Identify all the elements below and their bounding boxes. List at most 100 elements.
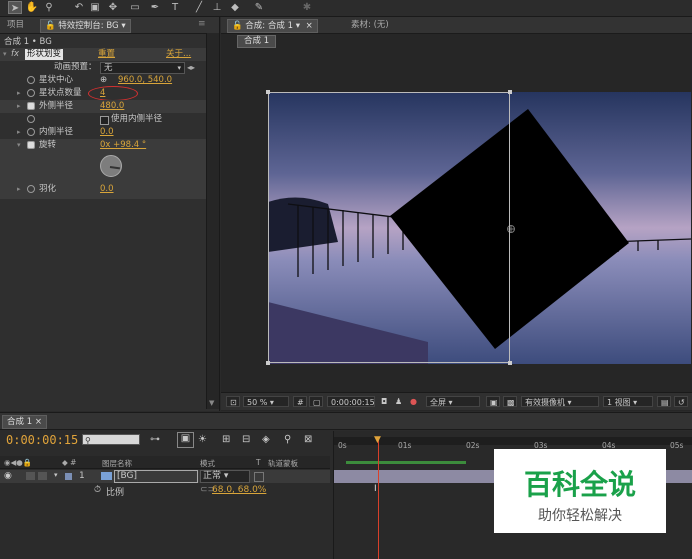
tab-footage[interactable]: 素材: (无) xyxy=(347,19,393,31)
motion-blur-icon[interactable]: ⊟ xyxy=(242,434,250,445)
always-preview-icon[interactable]: ⊡ xyxy=(226,396,240,407)
current-time[interactable]: 0:00:00:15 xyxy=(6,433,78,447)
param-row-star-points[interactable]: ▸ 星状点数量 4 xyxy=(0,86,206,101)
scroll-down-icon[interactable]: ▼ xyxy=(209,399,214,407)
comp-mini-flowchart-icon[interactable]: ⊶ xyxy=(150,434,160,445)
region-of-interest-icon[interactable]: ▣ xyxy=(486,396,500,407)
lock-toggle[interactable] xyxy=(38,472,47,480)
effect-panel-scrollbar[interactable]: ▼ xyxy=(206,33,219,409)
param-value[interactable]: 480.0 xyxy=(100,100,124,113)
layer-name[interactable]: [BG] xyxy=(114,470,198,483)
reset-link[interactable]: 重置 xyxy=(98,48,115,61)
expand-triangle-icon[interactable]: ▸ xyxy=(17,100,21,113)
stopwatch-icon[interactable] xyxy=(27,185,35,193)
panel-menu-icon[interactable]: ≡ xyxy=(198,19,206,29)
param-value[interactable]: 0x +98.4 ° xyxy=(100,139,146,152)
expand-triangle-icon[interactable]: ▸ xyxy=(17,87,21,100)
blend-mode-select[interactable]: 正常 ▾ xyxy=(200,470,250,483)
auto-keyframe-icon[interactable]: ⚲ xyxy=(284,434,291,445)
layer-search-input[interactable]: ⚲ xyxy=(82,434,140,445)
param-row-use-inner-radius[interactable]: 使用内侧半径 xyxy=(0,113,206,126)
zoom-tool-icon[interactable]: ⚲ xyxy=(42,1,56,14)
camera-select[interactable]: 有效摄像机 ▾ xyxy=(521,396,599,407)
column-t[interactable]: T xyxy=(256,458,261,467)
tab-comp-1[interactable]: 合成 1 × xyxy=(2,415,47,429)
stopwatch-icon[interactable]: ⏱ xyxy=(94,485,101,495)
expand-triangle-icon[interactable]: ▾ xyxy=(3,48,7,61)
column-track-matte[interactable]: 轨道蒙板 xyxy=(268,458,298,469)
param-row-star-center[interactable]: 星状中心 ⊕ 960.0, 540.0 xyxy=(0,74,206,87)
layer-bounding-box[interactable] xyxy=(268,92,510,363)
text-tool-icon[interactable]: T xyxy=(168,1,182,14)
rotation-dial[interactable] xyxy=(100,155,122,177)
stopwatch-active-icon[interactable] xyxy=(27,141,35,149)
reset-exposure-icon[interactable]: ↺ xyxy=(674,396,688,407)
param-row-feather[interactable]: ▸ 羽化 0.0 xyxy=(0,183,206,196)
param-value[interactable]: 960.0, 540.0 xyxy=(118,74,172,87)
camera-tool-icon[interactable]: ▣ xyxy=(88,1,102,14)
param-value[interactable]: 0.0 xyxy=(100,126,114,139)
stopwatch-active-icon[interactable] xyxy=(27,102,35,110)
selection-tool-icon[interactable]: ➤ xyxy=(8,1,22,14)
color-channel-icon[interactable]: ● xyxy=(407,396,421,407)
param-value[interactable]: 0.0 xyxy=(100,183,114,196)
grid-icon[interactable]: # xyxy=(293,396,307,407)
show-snapshot-icon[interactable]: ♟ xyxy=(392,396,404,407)
tab-effect-controls[interactable]: 🔓 特效控制台: BG ▾ xyxy=(40,19,131,33)
animation-preset-select[interactable]: 无 ▾ xyxy=(100,62,185,74)
clone-stamp-tool-icon[interactable]: ⊥ xyxy=(210,1,224,14)
param-row-outer-radius[interactable]: ▸ 外侧半径 480.0 xyxy=(0,100,206,113)
stopwatch-icon[interactable] xyxy=(27,115,35,123)
graph-editor-icon[interactable]: ⊠ xyxy=(304,434,312,445)
layer-handle[interactable] xyxy=(266,90,270,94)
stopwatch-icon[interactable] xyxy=(27,76,35,84)
layer-row[interactable]: ◉ ▾ 1 [BG] 正常 ▾ xyxy=(0,470,330,483)
hand-tool-icon[interactable]: ✋ xyxy=(25,1,39,14)
roto-brush-tool-icon[interactable]: ✎ xyxy=(252,1,266,14)
puppet-tool-icon[interactable]: ✱ xyxy=(300,1,314,14)
expand-triangle-icon[interactable]: ▾ xyxy=(54,471,58,479)
column-layer-name[interactable]: 图层名称 xyxy=(102,458,132,469)
current-time-display[interactable]: 0:00:00:15 xyxy=(327,396,375,407)
rectangle-tool-icon[interactable]: ▭ xyxy=(128,1,142,14)
about-link[interactable]: 关于... xyxy=(166,48,191,61)
transparency-grid-icon[interactable]: ▩ xyxy=(503,396,517,407)
close-icon[interactable]: × xyxy=(35,417,42,427)
eraser-tool-icon[interactable]: ◆ xyxy=(228,1,242,14)
mask-icon[interactable]: ▢ xyxy=(309,396,323,407)
playhead-icon[interactable]: ▼ xyxy=(374,435,381,445)
preserve-transparency-checkbox[interactable] xyxy=(254,472,264,482)
expand-triangle-icon[interactable]: ▸ xyxy=(17,126,21,139)
brush-tool-icon[interactable]: ╱ xyxy=(192,1,206,14)
param-row-inner-radius[interactable]: ▸ 内侧半径 0.0 xyxy=(0,126,206,139)
resolution-select[interactable]: 全屏 ▾ xyxy=(426,396,480,407)
pen-tool-icon[interactable]: ✒ xyxy=(148,1,162,14)
toggle-pixel-icon[interactable]: ▤ xyxy=(657,396,671,407)
hide-shy-layers-icon[interactable]: ☀ xyxy=(198,434,207,445)
layer-handle[interactable] xyxy=(266,361,270,365)
frame-blending-icon[interactable]: ⊞ xyxy=(222,434,230,445)
tab-project[interactable]: 项目 xyxy=(3,19,28,31)
work-area-bar[interactable] xyxy=(334,437,692,445)
fx-icon[interactable]: fx xyxy=(11,48,19,61)
snapshot-icon[interactable]: ◘ xyxy=(378,396,390,407)
crosshair-icon[interactable]: ⊕ xyxy=(100,74,107,87)
expand-triangle-icon[interactable]: ▾ xyxy=(17,139,21,152)
eye-icon[interactable]: ◉ xyxy=(4,471,12,481)
property-value[interactable]: 68.0, 68.0% xyxy=(212,485,266,495)
layer-property-row[interactable]: ⏱ 比例 ⊂⊃ 68.0, 68.0% xyxy=(0,484,330,498)
use-inner-radius-checkbox[interactable] xyxy=(100,116,109,125)
brainstorm-icon[interactable]: ◈ xyxy=(262,434,270,445)
layer-handle[interactable] xyxy=(508,90,512,94)
comp-1-button[interactable]: 合成 1 xyxy=(237,35,277,48)
effect-header-row[interactable]: ▾ fx 形状划变 重置 关于... xyxy=(0,48,206,61)
pan-behind-tool-icon[interactable]: ✥ xyxy=(106,1,120,14)
keyframe-marker-icon[interactable]: I xyxy=(374,484,377,494)
views-select[interactable]: 1 视图 ▾ xyxy=(603,396,653,407)
preset-prev-next-icon[interactable]: ◂▸ xyxy=(187,61,195,74)
column-mode[interactable]: 模式 xyxy=(200,458,215,469)
close-icon[interactable]: × xyxy=(306,21,313,31)
playhead-line[interactable] xyxy=(378,437,379,559)
rotate-tool-icon[interactable]: ↶ xyxy=(72,1,86,14)
magnification-select[interactable]: 50 % ▾ xyxy=(243,396,289,407)
